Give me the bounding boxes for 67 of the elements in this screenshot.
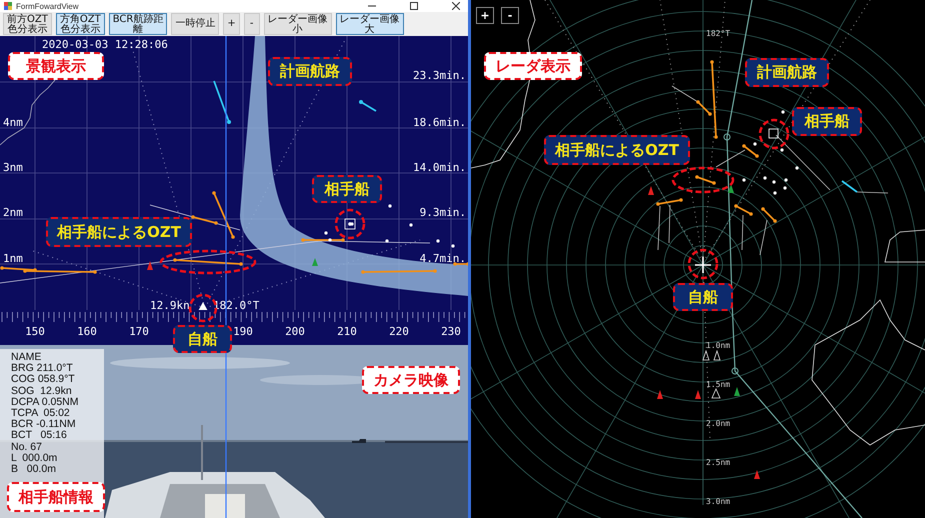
range-label: 3nm [3,161,23,174]
time-label: 18.6min. [413,116,466,129]
callout-label: 自船 [673,283,733,311]
bearing-label: 190 [233,325,253,338]
speed-label: 12.9kn [150,299,190,312]
own-ship-icon [694,256,712,274]
time-label: 4.7min. [420,252,466,265]
highlight-ellipse [672,166,734,194]
maximize-icon[interactable] [410,2,418,10]
bearing-label: 150 [25,325,45,338]
heading-label: 182°T [706,29,730,38]
toolbar-button[interactable]: 前方OZT 色分表示 [3,13,52,35]
info-line: DCPA 0.05NM [11,396,80,408]
range-label: 2nm [3,206,23,219]
callout-label: 計画航路 [745,58,829,87]
bearing-label: 160 [77,325,97,338]
time-label: 23.3min. [413,69,466,82]
toolbar-button[interactable]: - [244,13,260,35]
bearing-label: 170 [129,325,149,338]
toolbar-button[interactable]: + [223,13,240,35]
bearing-label: 210 [337,325,357,338]
info-line: L 000.0m [11,452,58,464]
timestamp: 2020-03-03 12:28:06 [42,38,168,51]
callout-label: 計画航路 [268,57,352,86]
info-line: COG 058.9°T [11,374,76,386]
info-line: No. 67 [11,442,43,453]
bearing-label: 230 [441,325,461,338]
range-label: 3.0nm [706,497,730,506]
highlight-circle [688,248,718,280]
info-line: SOG 12.9kn [11,386,73,397]
callout-label: 相手船 [792,107,862,136]
range-label: 2.5nm [706,458,730,467]
info-line: TCPA 05:02 [11,408,71,420]
info-line: BRG 211.0°T [11,363,74,374]
callout-label: レーダ表示 [484,52,582,80]
callout-label: 自船 [173,325,232,353]
callout-label: 景観表示 [8,52,104,80]
callout-label: カメラ映像 [362,366,460,394]
toolbar-button[interactable]: レーダー画像 大 [336,13,404,35]
zoom-button[interactable]: - [501,7,519,24]
info-line: BCT 05:16 [11,430,68,442]
zoom-button[interactable]: + [476,7,494,24]
range-label: 4nm [3,116,23,129]
info-line: B 00.0m [11,464,57,476]
toolbar-button[interactable]: 一時停止 [171,13,220,35]
time-label: 9.3min. [420,206,466,219]
bearing-label: 200 [285,325,305,338]
range-label: 1.5nm [706,380,730,389]
toolbar-button[interactable]: BCR航跡距 離 [108,13,168,35]
window-title: FormFowardView [16,2,79,10]
range-label: 2.0nm [706,419,730,428]
callout-label: 相手船によるOZT [46,217,192,247]
bearing-label: 220 [389,325,409,338]
callout-label: 相手船情報 [7,482,105,512]
highlight-circle [758,118,790,150]
toolbar-button[interactable]: 方角OZT 色分表示 [56,13,105,35]
range-label: 1nm [3,252,23,265]
callout-label: 相手船 [312,175,382,203]
time-label: 14.0min. [413,161,466,174]
highlight-circle [334,208,366,240]
info-line: BCR -0.11NM [11,419,77,430]
callout-label: 相手船によるOZT [544,135,690,165]
info-line: NAME [11,352,42,364]
close-icon[interactable] [452,2,460,10]
app-icon [4,2,12,10]
range-label: 1.0nm [706,341,730,350]
toolbar-button[interactable]: レーダー画像 小 [264,13,332,35]
